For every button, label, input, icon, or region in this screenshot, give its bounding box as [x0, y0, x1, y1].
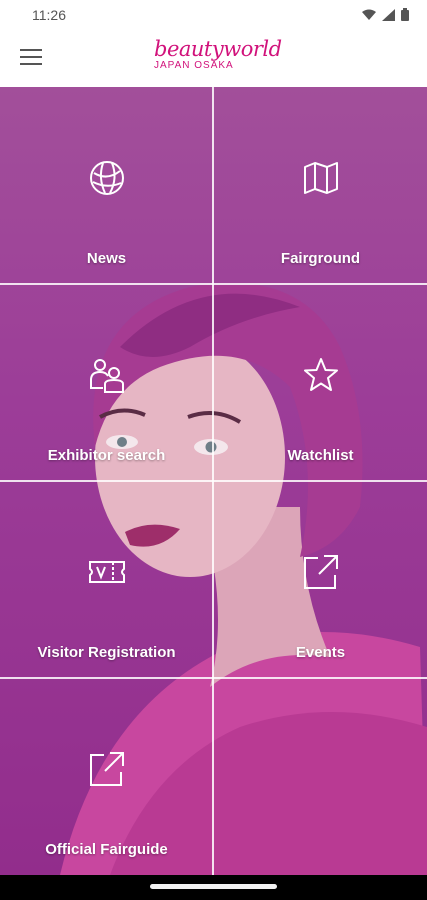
- star-icon: [303, 358, 338, 391]
- tile-label: News: [86, 250, 127, 267]
- status-time: 11:26: [32, 7, 66, 23]
- hero-background: News Fairground Exhibitor search Watchli…: [0, 87, 427, 875]
- map-icon: [303, 162, 338, 194]
- globe-icon: [89, 161, 124, 195]
- external-link-icon: [89, 752, 124, 786]
- tile-label: Visitor Registration: [37, 644, 176, 661]
- tile-events[interactable]: Events: [214, 481, 427, 677]
- tile-fairground[interactable]: Fairground: [214, 87, 427, 283]
- visitor-ticket-icon: [88, 561, 125, 583]
- brand-subtitle: JAPAN OSAKA: [154, 60, 234, 71]
- tile-label: Official Fairguide: [45, 841, 168, 858]
- tile-official-fairguide[interactable]: Official Fairguide: [0, 678, 213, 874]
- brand-logo: beautyworld JAPAN OSAKA: [154, 38, 282, 72]
- hamburger-menu-icon[interactable]: [16, 44, 46, 72]
- tile-label: Events: [295, 644, 346, 661]
- brand-name: beautyworld: [154, 37, 282, 61]
- home-gesture-handle[interactable]: [150, 884, 277, 889]
- grid-divider-horizontal: [0, 677, 427, 679]
- status-icons: [362, 8, 409, 21]
- tile-label: Watchlist: [287, 447, 354, 464]
- tile-label: Exhibitor search: [47, 447, 166, 464]
- menu-grid: News Fairground Exhibitor search Watchli…: [0, 87, 427, 875]
- tile-visitor-registration[interactable]: Visitor Registration: [0, 481, 213, 677]
- app-header: beautyworld JAPAN OSAKA: [0, 30, 427, 88]
- tile-watchlist[interactable]: Watchlist: [214, 284, 427, 480]
- external-link-icon: [303, 555, 338, 589]
- tile-news[interactable]: News: [0, 87, 213, 283]
- tile-label: Fairground: [280, 250, 361, 267]
- battery-icon: [401, 8, 409, 21]
- grid-divider-horizontal: [0, 283, 427, 285]
- system-navigation-bar: [0, 875, 427, 900]
- wifi-icon: [362, 9, 376, 20]
- signal-icon: [382, 8, 395, 21]
- grid-divider-horizontal: [0, 480, 427, 482]
- people-icon: [89, 359, 124, 393]
- tile-exhibitor-search[interactable]: Exhibitor search: [0, 284, 213, 480]
- status-bar: 11:26: [0, 0, 427, 30]
